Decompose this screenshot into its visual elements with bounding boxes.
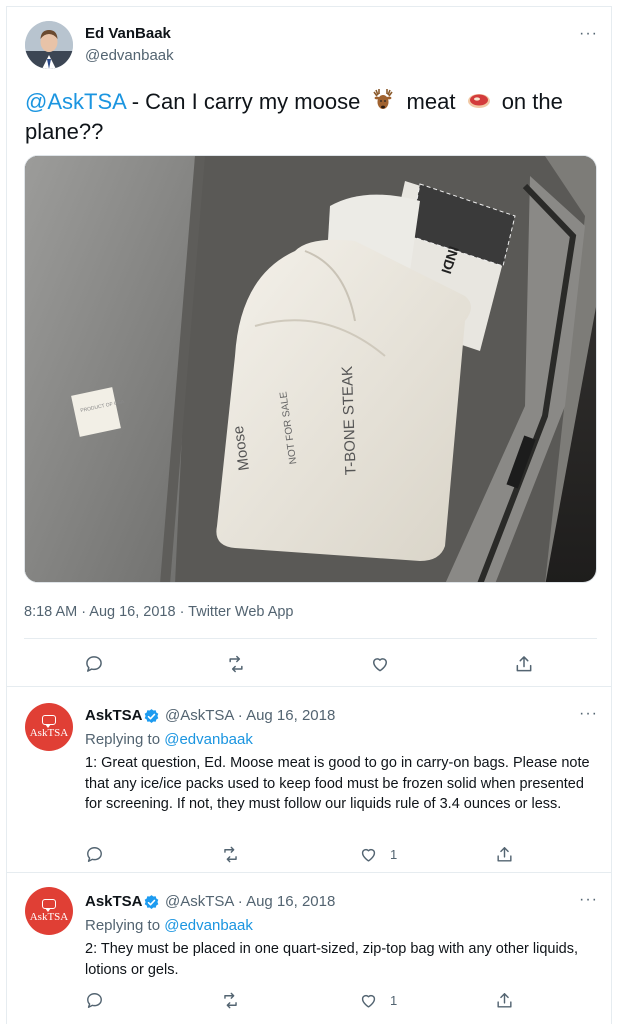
like-icon [361, 848, 376, 862]
share-button[interactable] [495, 991, 514, 1010]
avatar[interactable]: AskTSA [25, 703, 73, 751]
reply-actions: 1 [7, 845, 611, 871]
reply-author-name[interactable]: AskTSA [85, 707, 143, 724]
more-options-button[interactable]: ··· [579, 705, 598, 723]
reply-body: 1: Great question, Ed. Moose meat is goo… [85, 755, 590, 812]
like-button[interactable]: 1 [359, 845, 397, 864]
retweet-icon [229, 655, 243, 673]
more-options-button[interactable]: ··· [579, 891, 598, 909]
tweet-text-part: meat [400, 89, 462, 114]
verified-badge-icon [144, 709, 159, 723]
like-button[interactable]: 1 [359, 991, 397, 1010]
like-button[interactable] [367, 651, 393, 677]
share-icon [497, 993, 512, 1008]
reply-button[interactable] [85, 991, 104, 1010]
reply-tweet[interactable]: AskTSA AskTSA @AskTSA · Aug 16, 2018 ···… [7, 687, 611, 873]
verified-badge-icon [144, 895, 159, 909]
like-icon [361, 994, 376, 1008]
retweet-button[interactable] [223, 651, 249, 677]
replying-to-link[interactable]: @edvanbaak [164, 917, 253, 934]
share-icon [497, 847, 512, 862]
retweet-icon [224, 992, 237, 1009]
reply-handle-date[interactable]: @AskTSA · Aug 16, 2018 [165, 707, 335, 724]
reply-handle-date[interactable]: @AskTSA · Aug 16, 2018 [165, 893, 335, 910]
reply-tweet[interactable]: AskTSA AskTSA @AskTSA · Aug 16, 2018 ···… [7, 873, 611, 1024]
reply-button[interactable] [81, 651, 107, 677]
reply-button[interactable] [85, 845, 104, 864]
more-options-button[interactable]: ··· [579, 25, 598, 43]
avatar[interactable] [25, 21, 73, 69]
reply-author-name[interactable]: AskTSA [85, 893, 143, 910]
replying-to-label: Replying to [85, 731, 165, 748]
tweet-photo[interactable]: PRODUCT OF USA INDI Moose NOT FOR SALE T… [24, 155, 597, 583]
reply-actions: 1 [7, 991, 611, 1017]
reply-icon [87, 993, 102, 1008]
replying-to-line: Replying to @edvanbaak [85, 731, 253, 748]
share-button[interactable] [511, 651, 537, 677]
author-name[interactable]: Ed VanBaak [85, 25, 171, 42]
profile-photo [25, 21, 73, 69]
reply-icon [86, 656, 102, 672]
reply-icon [87, 847, 102, 862]
divider [24, 638, 597, 639]
retweet-button[interactable] [221, 991, 240, 1010]
chat-bubble-icon [42, 899, 56, 912]
cooler-bag-image: PRODUCT OF USA INDI Moose NOT FOR SALE T… [25, 156, 596, 582]
like-count: 1 [390, 993, 398, 1008]
deer-emoji-icon [370, 88, 396, 112]
replying-to-label: Replying to [85, 917, 165, 934]
replying-to-line: Replying to @edvanbaak [85, 917, 253, 934]
avatar-text: AskTSA [29, 911, 69, 923]
tweet-actions [7, 647, 611, 683]
steak-emoji-icon [466, 88, 492, 112]
mention-link[interactable]: @AskTSA [25, 89, 126, 114]
like-count: 1 [390, 847, 398, 862]
like-icon [373, 658, 387, 672]
share-icon [516, 656, 532, 672]
main-tweet: Ed VanBaak @edvanbaak ··· @AskTSA - Can … [7, 7, 611, 687]
author-handle[interactable]: @edvanbaak [85, 47, 174, 64]
retweet-button[interactable] [221, 845, 240, 864]
chat-bubble-icon [42, 715, 56, 728]
retweet-icon [224, 846, 237, 863]
tweet-text-part: - Can I carry my moose [125, 89, 367, 114]
tweet-timestamp[interactable]: 8:18 AM · Aug 16, 2018 · Twitter Web App [24, 604, 294, 620]
share-button[interactable] [495, 845, 514, 864]
replying-to-link[interactable]: @edvanbaak [164, 731, 253, 748]
tweet-thread: Ed VanBaak @edvanbaak ··· @AskTSA - Can … [6, 6, 612, 1024]
avatar[interactable]: AskTSA [25, 887, 73, 935]
tweet-text: @AskTSA - Can I carry my moose meat on t… [25, 87, 595, 147]
avatar-text: AskTSA [29, 727, 69, 739]
reply-body: 2: They must be placed in one quart-size… [85, 941, 579, 978]
